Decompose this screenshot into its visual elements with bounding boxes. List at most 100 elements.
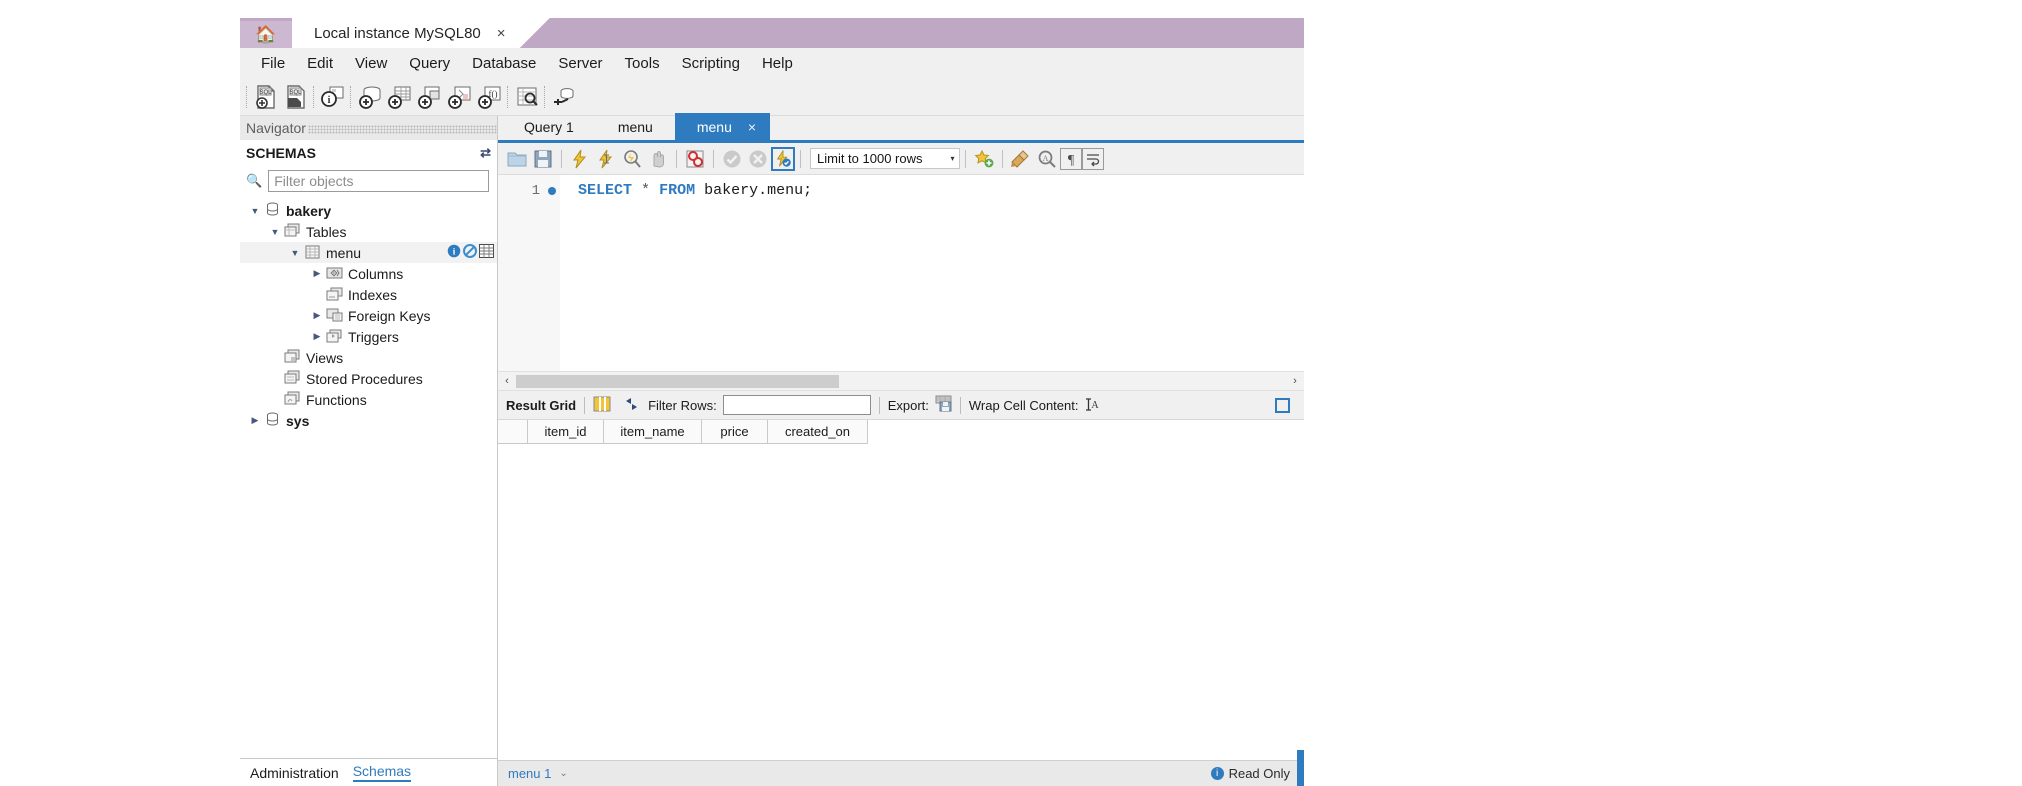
rollback-transaction-icon[interactable] — [745, 146, 771, 172]
grid-view-icon[interactable] — [593, 396, 611, 415]
table-grid-icon[interactable] — [479, 244, 494, 261]
sql-editor[interactable]: 1 SELECT * FROM bakery.menu; — [498, 175, 1304, 371]
find-icon[interactable]: A — [1034, 146, 1060, 172]
new-schema-icon[interactable] — [355, 82, 385, 112]
tree-item-columns[interactable]: ▶ Columns — [240, 263, 497, 284]
result-statusbar: menu 1 ⌄ i Read Only — [498, 760, 1304, 786]
column-header-created_on[interactable]: created_on — [768, 420, 868, 444]
save-script-icon[interactable] — [530, 146, 556, 172]
filter-rows-input[interactable] — [722, 395, 871, 415]
chevron-right-icon[interactable]: ▶ — [310, 310, 324, 321]
execute-statement-icon[interactable] — [567, 146, 593, 172]
editor-hscrollbar[interactable]: ‹ › — [498, 371, 1304, 391]
tree-item-stored-procedures[interactable]: ▶ Stored Procedures — [240, 368, 497, 389]
scroll-left-icon[interactable]: ‹ — [498, 375, 516, 387]
open-sql-script-icon[interactable]: SQL — [281, 82, 311, 112]
home-tab[interactable]: 🏠 — [240, 21, 292, 48]
result-grid[interactable]: item_id item_name price created_on — [498, 420, 1304, 786]
column-header-item_name[interactable]: item_name — [604, 420, 702, 444]
menu-item-database[interactable]: Database — [461, 55, 547, 72]
tab-administration[interactable]: Administration — [250, 765, 339, 781]
toggle-auto-commit-icon[interactable] — [771, 146, 795, 171]
menu-item-file[interactable]: File — [250, 55, 296, 72]
filter-objects-input[interactable]: Filter objects — [268, 170, 489, 192]
menu-item-server[interactable]: Server — [547, 55, 613, 72]
column-header-price[interactable]: price — [702, 420, 768, 444]
new-view-icon[interactable] — [415, 82, 445, 112]
chevron-right-icon[interactable]: ▶ — [310, 331, 324, 342]
hscrollbar-thumb[interactable] — [516, 374, 840, 388]
tree-item-indexes[interactable]: ▶ Indexes — [240, 284, 497, 305]
tree-item-views[interactable]: ▶ Views — [240, 347, 497, 368]
sql-code-text[interactable]: SELECT * FROM bakery.menu; — [560, 175, 1304, 371]
new-stored-procedure-icon[interactable] — [445, 82, 475, 112]
beautify-query-icon[interactable] — [1008, 146, 1034, 172]
chevron-down-icon[interactable]: ▼ — [288, 248, 302, 258]
explain-statement-icon[interactable] — [619, 146, 645, 172]
tree-item-sys[interactable]: ▶ sys — [240, 410, 497, 431]
chevron-down-icon[interactable]: ▾ — [951, 154, 955, 163]
chevron-down-icon[interactable]: ▼ — [248, 206, 262, 216]
menu-item-view[interactable]: View — [344, 55, 398, 72]
grid-scroll-accent-upper[interactable] — [1297, 750, 1304, 786]
save-snippet-icon[interactable] — [971, 146, 997, 172]
close-icon[interactable]: × — [497, 25, 506, 42]
reconnect-to-server-icon[interactable] — [549, 82, 579, 112]
toggle-stop-on-error-icon[interactable] — [682, 146, 708, 172]
menu-item-tools[interactable]: Tools — [614, 55, 671, 72]
menu-item-help[interactable]: Help — [751, 55, 804, 72]
tree-item-bakery[interactable]: ▼ bakery — [240, 200, 497, 221]
menu-item-edit[interactable]: Edit — [296, 55, 344, 72]
new-function-icon[interactable]: f() — [475, 82, 505, 112]
navigator-panel: Navigator SCHEMAS ⇄ 🔍 Filter objects ▼ b… — [240, 116, 498, 786]
chevron-right-icon[interactable]: ▶ — [310, 268, 324, 279]
sql-token-from: FROM — [659, 182, 696, 199]
home-icon: 🏠 — [255, 25, 277, 44]
tree-item-functions[interactable]: ▶ Functions — [240, 389, 497, 410]
tree-item-triggers[interactable]: ▶ Triggers — [240, 326, 497, 347]
editor-tab-label: menu — [696, 118, 732, 135]
stop-statement-icon[interactable] — [645, 146, 671, 172]
result-tab-label[interactable]: menu 1 — [508, 766, 551, 781]
export-icon[interactable] — [935, 395, 952, 415]
open-script-icon[interactable] — [504, 146, 530, 172]
tree-item-label: Tables — [306, 223, 347, 240]
no-entry-icon[interactable] — [463, 244, 477, 261]
chevron-right-icon[interactable]: ▶ — [248, 415, 262, 426]
navigator-drag-dots — [307, 125, 497, 134]
tree-item-foreign-keys[interactable]: ▶ Foreign Keys — [240, 305, 497, 326]
limit-rows-select[interactable]: Limit to 1000 rows ▾ — [810, 148, 960, 169]
close-icon[interactable]: × — [748, 119, 756, 135]
sql-token-select: SELECT — [578, 182, 633, 199]
toggle-invisible-chars-icon[interactable]: ¶ — [1059, 147, 1082, 170]
menu-item-query[interactable]: Query — [398, 55, 461, 72]
connection-tab-local-instance[interactable]: Local instance MySQL80 × — [292, 18, 520, 48]
export-label: Export: — [887, 397, 929, 413]
form-editor-icon[interactable] — [1275, 397, 1290, 413]
schema-icon — [262, 412, 282, 429]
chevron-down-icon[interactable]: ⌄ — [559, 768, 567, 779]
info-icon[interactable]: i — [447, 244, 461, 261]
search-table-data-icon[interactable] — [512, 82, 542, 112]
refresh-icon[interactable]: ⇄ — [480, 145, 491, 161]
tab-menu-2-active[interactable]: menu × — [674, 113, 771, 140]
refresh-rows-icon[interactable] — [623, 396, 640, 415]
column-header-item_id[interactable]: item_id — [528, 420, 604, 444]
server-status-icon[interactable]: i — [318, 82, 348, 112]
scroll-right-icon[interactable]: › — [1286, 375, 1304, 387]
commit-transaction-icon[interactable] — [719, 146, 745, 172]
tab-query-1[interactable]: Query 1 — [502, 113, 596, 140]
statement-marker-icon — [548, 187, 556, 195]
hscrollbar-track[interactable] — [516, 374, 1286, 388]
tab-schemas[interactable]: Schemas — [352, 763, 412, 782]
tree-item-tables[interactable]: ▼ Tables — [240, 221, 497, 242]
new-sql-tab-icon[interactable]: SQL — [251, 82, 281, 112]
execute-current-statement-icon[interactable] — [593, 146, 619, 172]
tree-item-menu[interactable]: ▼ menu i — [240, 242, 497, 263]
menu-item-scripting[interactable]: Scripting — [671, 55, 751, 72]
new-table-icon[interactable] — [385, 82, 415, 112]
chevron-down-icon[interactable]: ▼ — [268, 227, 282, 237]
wrap-cell-icon[interactable]: A — [1084, 396, 1100, 415]
tab-menu-1[interactable]: menu — [596, 113, 675, 140]
wrap-lines-icon[interactable] — [1081, 147, 1104, 170]
